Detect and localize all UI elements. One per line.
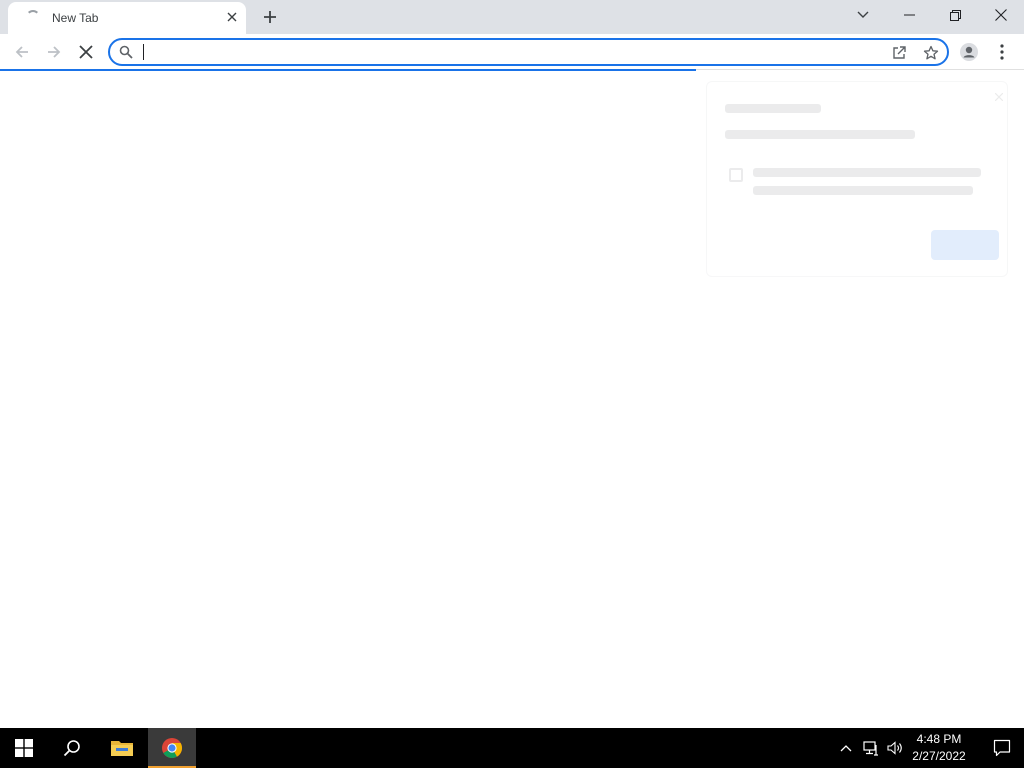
start-button[interactable]	[0, 728, 48, 768]
file-explorer-button[interactable]	[98, 728, 146, 768]
dialog-text-placeholder	[753, 168, 981, 177]
browser-toolbar	[0, 34, 1024, 70]
network-icon	[863, 741, 878, 756]
avatar-icon	[960, 43, 978, 61]
restore-button[interactable]	[932, 0, 978, 30]
close-icon	[227, 12, 237, 22]
search-icon	[119, 45, 133, 59]
tab-strip: New Tab	[0, 0, 1024, 34]
bookmark-button[interactable]	[921, 43, 941, 63]
dialog-text-placeholder	[753, 186, 973, 195]
page-content	[0, 71, 1024, 728]
address-bar[interactable]	[108, 38, 949, 66]
taskbar-clock[interactable]: 4:48 PM 2/27/2022	[904, 731, 974, 765]
show-hidden-icons-button[interactable]	[836, 738, 856, 758]
close-icon	[994, 90, 1004, 102]
close-icon	[79, 45, 93, 59]
search-button[interactable]	[48, 728, 96, 768]
arrow-left-icon	[15, 46, 28, 58]
stop-loading-button[interactable]	[73, 39, 99, 65]
plus-icon	[264, 11, 276, 23]
new-tab-button[interactable]	[258, 5, 282, 29]
close-icon	[995, 9, 1007, 21]
star-icon	[923, 45, 939, 60]
minimize-icon	[903, 14, 915, 16]
windows-taskbar: 4:48 PM 2/27/2022	[0, 728, 1024, 768]
arrow-right-icon	[48, 46, 61, 58]
forward-button[interactable]	[41, 39, 67, 65]
close-window-button[interactable]	[978, 0, 1024, 30]
tab-close-button[interactable]	[224, 9, 240, 25]
dialog-text-placeholder	[725, 130, 915, 139]
volume-button[interactable]	[885, 738, 905, 758]
tab-new-tab[interactable]: New Tab	[8, 2, 246, 34]
checkbox-placeholder	[729, 168, 743, 182]
menu-button[interactable]	[989, 39, 1015, 65]
chrome-logo-icon	[162, 738, 182, 758]
clock-date: 2/27/2022	[912, 749, 966, 763]
speaker-icon	[887, 741, 902, 755]
restore-icon	[949, 9, 961, 21]
address-input[interactable]	[143, 42, 863, 62]
back-button[interactable]	[9, 39, 35, 65]
text-caret	[143, 44, 144, 60]
chevron-up-icon	[840, 745, 852, 752]
profile-button[interactable]	[956, 39, 982, 65]
tab-search-button[interactable]	[840, 0, 886, 30]
more-vertical-icon	[1000, 44, 1004, 60]
share-icon	[893, 46, 906, 59]
network-button[interactable]	[861, 738, 881, 758]
notification-icon	[993, 739, 1011, 757]
dialog-title-placeholder	[725, 104, 821, 113]
chrome-taskbar-button[interactable]	[148, 728, 196, 768]
loading-spinner-icon	[26, 10, 40, 24]
windows-logo-icon	[15, 739, 33, 757]
action-center-button[interactable]	[980, 728, 1024, 768]
share-button[interactable]	[889, 43, 909, 63]
search-icon	[63, 740, 80, 757]
chevron-down-icon	[857, 11, 869, 18]
fading-dialog	[706, 81, 1008, 277]
minimize-button[interactable]	[886, 0, 932, 30]
dialog-button-placeholder	[931, 230, 999, 260]
clock-time: 4:48 PM	[916, 732, 962, 746]
folder-icon	[111, 741, 133, 756]
tab-title: New Tab	[52, 11, 99, 25]
